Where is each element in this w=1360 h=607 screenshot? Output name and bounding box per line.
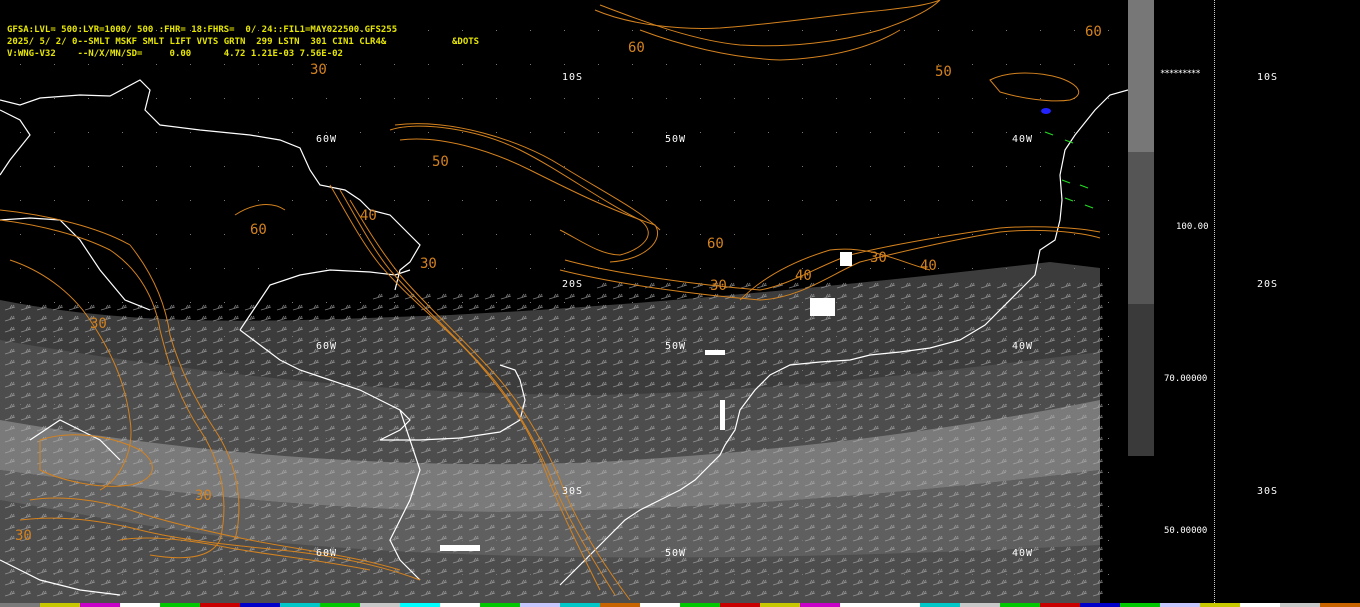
lat-label-30s-right: 30S (1257, 486, 1279, 497)
color-strip-cell (1120, 603, 1160, 607)
lon-label-40w: 40W (1012, 341, 1034, 352)
contour-label: 60 (250, 222, 267, 238)
scale-label-70: 70.00000 (1164, 374, 1208, 384)
lon-label-60w: 60W (316, 341, 338, 352)
color-strip-cell (1080, 603, 1120, 607)
color-strip-cell (1040, 603, 1080, 607)
color-strip-cell (840, 603, 880, 607)
color-strip-cell (1000, 603, 1040, 607)
contour-label: 60 (1085, 24, 1102, 40)
lat-label-10s: 10S (562, 72, 584, 83)
color-strip-cell (1200, 603, 1240, 607)
color-strip-cell (320, 603, 360, 607)
color-strip-cell (880, 603, 920, 607)
contour-label: 30 (90, 316, 107, 332)
color-strip-cell (640, 603, 680, 607)
lon-label-60w: 60W (316, 134, 338, 145)
contour-label: 30 (15, 528, 32, 544)
value-scale-bar (1128, 0, 1154, 456)
panel-separator (1214, 0, 1215, 603)
color-strip-cell (680, 603, 720, 607)
contour-label: 50 (935, 64, 952, 80)
lat-label-30s: 30S (562, 486, 584, 497)
color-strip-cell (1160, 603, 1200, 607)
lat-label-20s: 20S (562, 279, 584, 290)
scale-label-50: 50.00000 (1164, 526, 1208, 536)
header-line-2: 2025/ 5/ 2/ 0--SMLT MSKF SMLT LIFT VVTS … (7, 37, 387, 47)
lon-label-50w: 50W (665, 548, 687, 559)
scale-label-100: 100.00 (1176, 222, 1209, 232)
weather-map (0, 0, 1128, 603)
color-strip-cell (600, 603, 640, 607)
color-strip-cell (1320, 603, 1360, 607)
lat-label-10s-right: 10S (1257, 72, 1279, 83)
color-strip (0, 603, 1360, 607)
color-strip-cell (960, 603, 1000, 607)
color-strip-cell (80, 603, 120, 607)
color-strip-cell (0, 603, 40, 607)
scale-stars: ********* (1160, 69, 1201, 79)
color-strip-cell (720, 603, 760, 607)
contour-label: 40 (920, 258, 937, 274)
color-strip-cell (360, 603, 400, 607)
color-strip-cell (760, 603, 800, 607)
lon-label-40w: 40W (1012, 134, 1034, 145)
color-strip-cell (440, 603, 480, 607)
color-strip-cell (480, 603, 520, 607)
color-strip-cell (240, 603, 280, 607)
color-strip-cell (40, 603, 80, 607)
color-strip-cell (520, 603, 560, 607)
color-strip-cell (120, 603, 160, 607)
dots-label: &DOTS (452, 37, 480, 47)
contour-label: 60 (628, 40, 645, 56)
color-strip-cell (800, 603, 840, 607)
lon-label-40w: 40W (1012, 548, 1034, 559)
contour-label: 30 (195, 488, 212, 504)
contour-label: 30 (420, 256, 437, 272)
color-strip-cell (1280, 603, 1320, 607)
blue-marker (1041, 108, 1051, 114)
header-line-1: GFSA:LVL= 500:LYR=1000/ 500 :FHR= 18:FHR… (7, 25, 398, 35)
lon-label-50w: 50W (665, 134, 687, 145)
color-strip-cell (560, 603, 600, 607)
contour-label: 30 (310, 62, 327, 78)
color-strip-cell (200, 603, 240, 607)
header-line-3: V:WNG-V32 --N/X/MN/SD= 0.00 4.72 1.21E-0… (7, 49, 343, 59)
color-strip-cell (400, 603, 440, 607)
color-strip-cell (920, 603, 960, 607)
contour-label: 30 (710, 278, 727, 294)
contour-label: 60 (707, 236, 724, 252)
contour-label: 40 (360, 208, 377, 224)
color-strip-cell (280, 603, 320, 607)
color-strip-cell (1240, 603, 1280, 607)
contour-label: 50 (432, 154, 449, 170)
lat-label-20s-right: 20S (1257, 279, 1279, 290)
contour-label: 30 (870, 250, 887, 266)
contour-label: 40 (795, 268, 812, 284)
lon-label-60w: 60W (316, 548, 338, 559)
lon-label-50w: 50W (665, 341, 687, 352)
color-strip-cell (160, 603, 200, 607)
